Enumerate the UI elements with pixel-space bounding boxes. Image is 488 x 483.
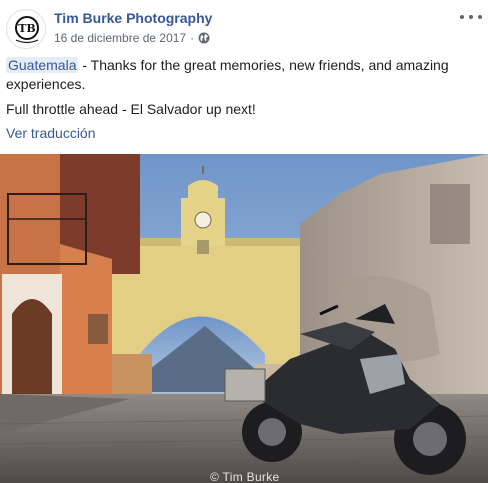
page-avatar[interactable]: TB [6, 9, 46, 49]
message-paragraph: Full throttle ahead - El Salvador up nex… [6, 101, 256, 117]
photo-watermark: © Tim Burke [210, 470, 280, 483]
more-options-dot [478, 15, 482, 19]
more-options-dot [469, 15, 473, 19]
more-options-button[interactable] [460, 9, 482, 25]
post-meta: 16 de diciembre de 2017 · [54, 31, 210, 45]
svg-text:TB: TB [18, 22, 35, 35]
more-options-icon [460, 15, 464, 19]
motorcycle-photo-icon [0, 154, 488, 483]
meta-separator: · [190, 31, 195, 45]
tim-burke-logo-icon: TB [8, 11, 45, 48]
post-timestamp[interactable]: 16 de diciembre de 2017 [54, 31, 186, 45]
page-name-link[interactable]: Tim Burke Photography [54, 10, 212, 26]
see-translation-link[interactable]: Ver traducción [6, 125, 96, 141]
hashtag-link[interactable]: Guatemala [6, 57, 79, 73]
facebook-post: TB Tim Burke Photography 16 de diciembre… [0, 0, 488, 483]
globe-icon[interactable] [198, 32, 210, 44]
post-message: Guatemala - Thanks for the great memorie… [6, 56, 476, 125]
message-paragraph: Guatemala - Thanks for the great memorie… [6, 56, 476, 94]
post-photo[interactable]: © Tim Burke [0, 154, 488, 483]
